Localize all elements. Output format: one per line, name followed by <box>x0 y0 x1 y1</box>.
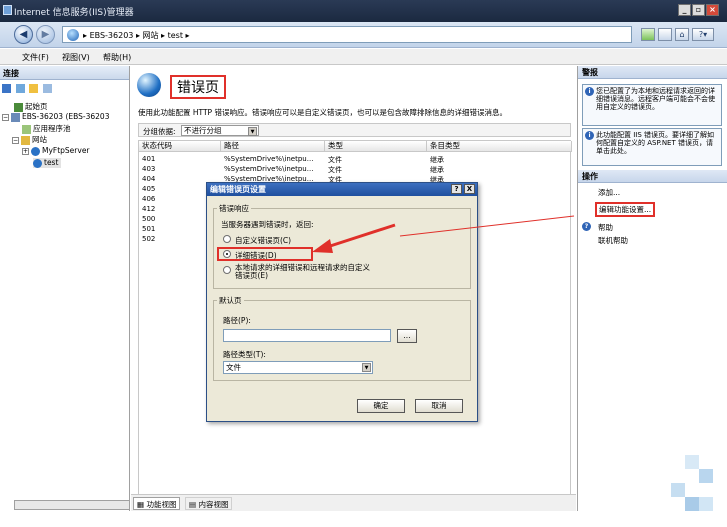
watermark-tile <box>685 455 699 469</box>
watermark-tile <box>671 483 685 497</box>
watermark-tile <box>699 497 713 511</box>
annotation-arrows <box>312 215 575 253</box>
arrow-line-to-detailed <box>323 223 396 250</box>
watermark-tile <box>685 497 699 511</box>
watermark-tile <box>699 469 713 483</box>
arrow-head-icon <box>312 239 333 253</box>
arrow-line-to-dialog <box>399 215 575 237</box>
